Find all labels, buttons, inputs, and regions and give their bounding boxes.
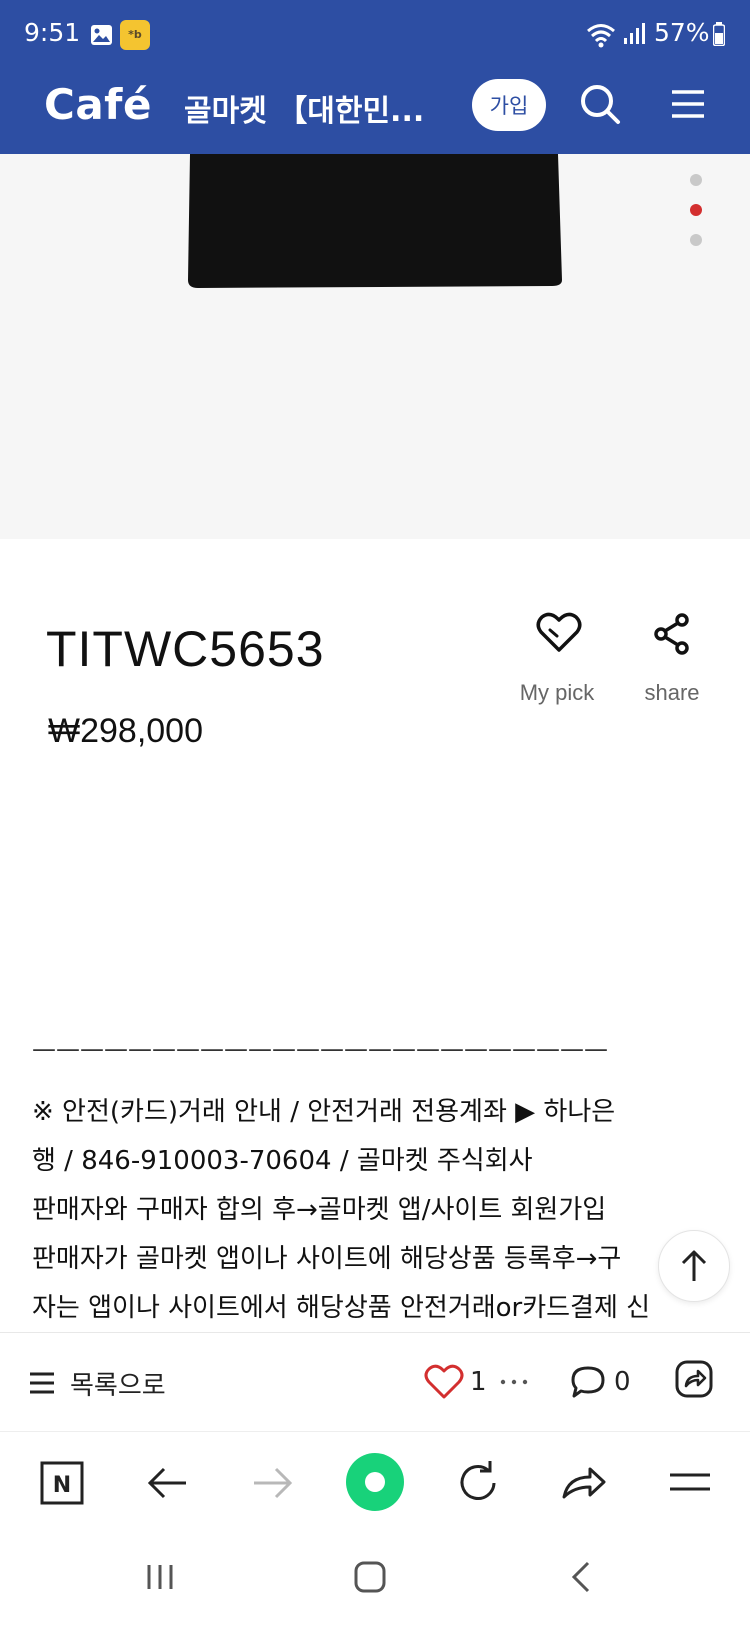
body-line: 판매자와 구매자 합의 후→골마켓 앱/사이트 회원가입 [32,1195,607,1225]
share-button[interactable]: share [632,612,712,712]
post-body: ※ 안전(카드)거래 안내 / 안전거래 전용계좌 ▶ 하나은 행 / 846-… [32,1088,720,1320]
product-name: TITWC5653 [46,621,325,677]
kb-app-icon: *b [120,20,150,50]
battery-icon [713,22,725,46]
share-label: share [644,680,700,705]
carousel-dot [690,174,702,186]
comment-icon [571,1366,605,1398]
carousel-dot-active [690,204,702,216]
wifi-icon [587,24,615,48]
comment-button[interactable]: 0 [570,1359,631,1405]
menu-icon[interactable] [668,84,708,124]
forward-arrow-icon[interactable] [246,1457,298,1509]
green-home-icon[interactable] [346,1453,404,1511]
scroll-to-top-button[interactable] [658,1230,730,1302]
cafe-logo[interactable]: Café [44,80,152,129]
mypick-label: My pick [519,680,595,705]
status-bar: 9:51 *b 57% [0,0,750,70]
text-divider: ———————————————————————— [32,1035,608,1063]
carousel-indicator [690,174,704,254]
carousel-dot [690,234,702,246]
back-arrow-icon[interactable] [142,1457,194,1509]
naver-icon[interactable]: N [36,1457,88,1509]
menu-icon[interactable] [664,1457,716,1509]
refresh-icon[interactable] [452,1457,504,1509]
body-line: 행 / 846-910003-70604 / 골마켓 주식회사 [32,1146,533,1176]
browser-toolbar: N [0,1433,750,1533]
join-button[interactable]: 가입 [472,79,546,131]
share-icon [654,613,689,655]
status-time: 9:51 [24,18,81,47]
heart-icon [536,612,582,652]
share-arrow-icon[interactable] [558,1457,610,1509]
arrow-up-icon [681,1250,707,1281]
signal-icon [624,23,645,44]
svg-text:N: N [53,1473,71,1498]
body-line: 자는 앱이나 사이트에서 해당상품 안전거래or카드결제 신 [32,1293,651,1320]
back-to-list-button[interactable]: 목록으로 [28,1363,166,1403]
like-count: 1 [470,1367,487,1397]
comment-count: 0 [614,1367,631,1397]
android-navigation-bar [0,1533,750,1625]
green-home-dot [365,1472,385,1492]
list-icon [30,1372,54,1394]
battery-percentage: 57% [654,18,710,47]
join-button-label: 가입 [489,94,529,118]
more-dots-icon[interactable] [500,1379,528,1385]
back-icon[interactable] [564,1559,600,1595]
post-action-bar: 목록으로 1 0 [0,1332,750,1432]
product-image-carousel[interactable] [0,154,750,539]
product-image [188,154,562,288]
back-to-list-label: 목록으로 [70,1370,166,1401]
like-button[interactable]: 1 [424,1359,487,1405]
body-line: ※ 안전(카드)거래 안내 / 안전거래 전용계좌 ▶ 하나은 [32,1097,616,1127]
home-icon[interactable] [352,1559,388,1595]
recents-icon[interactable] [142,1559,178,1595]
share-post-icon[interactable] [674,1359,714,1399]
mypick-button[interactable]: My pick [512,612,602,712]
svg-text:*b: *b [128,28,142,41]
product-price: ₩298,000 [48,712,203,750]
cafe-title[interactable]: 골마켓 【대한민... [184,86,434,130]
body-line: 판매자가 골마켓 앱이나 사이트에 해당상품 등록후→구 [32,1244,622,1274]
gallery-icon [91,25,112,45]
search-icon[interactable] [578,82,622,126]
heart-icon [424,1364,464,1399]
app-header: Café 골마켓 【대한민... 가입 [0,70,750,154]
